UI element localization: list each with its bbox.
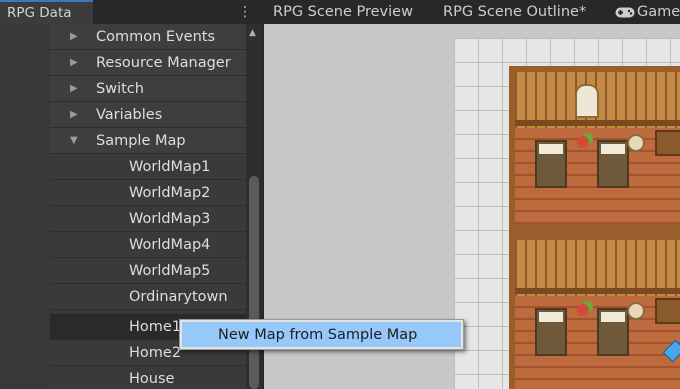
tree-item-variables[interactable]: ▶ Variables <box>50 102 246 128</box>
scene-tab-bar: RPG Scene Preview RPG Scene Outline* Gam… <box>264 0 680 24</box>
map-room-upper <box>515 72 680 224</box>
window-icon <box>575 84 599 118</box>
tree-item-label: WorldMap3 <box>129 211 211 227</box>
tree-item-label: Sample Map <box>96 133 186 149</box>
stool-icon <box>627 302 645 320</box>
scrollbar-thumb[interactable] <box>249 176 259 389</box>
tree-item-label: Common Events <box>96 29 216 45</box>
bed-icon <box>597 140 629 188</box>
tree-item-label: House <box>129 371 175 387</box>
tree-item-common-events[interactable]: ▶ Common Events <box>50 24 246 50</box>
expand-arrow-icon[interactable]: ▶ <box>70 24 82 50</box>
tree-item-label: Switch <box>96 81 144 97</box>
tree-item-label: Resource Manager <box>96 55 231 71</box>
tab-rpg-scene-preview[interactable]: RPG Scene Preview <box>273 0 413 24</box>
left-tab-bar: RPG Data ⋮ <box>0 0 262 24</box>
plant-icon <box>577 136 589 148</box>
expand-arrow-icon[interactable]: ▶ <box>70 76 82 102</box>
tree-item-worldmap2[interactable]: WorldMap2 <box>50 180 246 206</box>
map-building <box>509 66 680 389</box>
expand-arrow-icon[interactable]: ▶ <box>70 50 82 76</box>
tree-item-label: Ordinarytown <box>129 289 228 305</box>
tree-item-sample-map[interactable]: ▼ Sample Map <box>50 128 246 154</box>
tree-item-label: Home2 <box>129 345 182 361</box>
stool-icon <box>627 134 645 152</box>
gamepad-icon <box>615 7 635 18</box>
collapse-arrow-icon[interactable]: ▼ <box>70 128 82 154</box>
scroll-up-arrow-icon[interactable]: ▲ <box>249 28 256 38</box>
room-beam <box>515 288 680 294</box>
table-icon <box>655 130 680 156</box>
tree-item-resource-manager[interactable]: ▶ Resource Manager <box>50 50 246 76</box>
tab-rpg-scene-outline[interactable]: RPG Scene Outline* <box>443 0 586 24</box>
bed-icon <box>597 308 629 356</box>
table-icon <box>655 298 680 324</box>
tree-item-worldmap4[interactable]: WorldMap4 <box>50 232 246 258</box>
tree-item-label: WorldMap4 <box>129 237 211 253</box>
bed-icon <box>535 140 567 188</box>
tab-rpg-data[interactable]: RPG Data <box>0 0 93 24</box>
room-beam <box>515 120 680 126</box>
tree-item-label: WorldMap5 <box>129 263 211 279</box>
tree-item-label: Home1 <box>129 319 182 335</box>
tree-item-label: WorldMap1 <box>129 159 211 175</box>
tree-item-switch[interactable]: ▶ Switch <box>50 76 246 102</box>
menu-item-new-map-from-sample-map[interactable]: New Map from Sample Map <box>182 322 461 347</box>
more-options-icon[interactable]: ⋮ <box>238 4 252 20</box>
context-menu: New Map from Sample Map <box>179 319 464 350</box>
tree-item-worldmap3[interactable]: WorldMap3 <box>50 206 246 232</box>
tree-item-ordinarytown[interactable]: Ordinarytown <box>50 284 246 310</box>
map-room-lower <box>515 240 680 389</box>
plant-icon <box>577 304 589 316</box>
expand-arrow-icon[interactable]: ▶ <box>70 102 82 128</box>
tab-game[interactable]: Game <box>637 0 680 24</box>
tree-item-worldmap5[interactable]: WorldMap5 <box>50 258 246 284</box>
tree-item-label: Variables <box>96 107 163 123</box>
tree-item-worldmap1[interactable]: WorldMap1 <box>50 154 246 180</box>
tree-item-house[interactable]: House <box>50 366 246 389</box>
bed-icon <box>535 308 567 356</box>
tree-item-label: WorldMap2 <box>129 185 211 201</box>
